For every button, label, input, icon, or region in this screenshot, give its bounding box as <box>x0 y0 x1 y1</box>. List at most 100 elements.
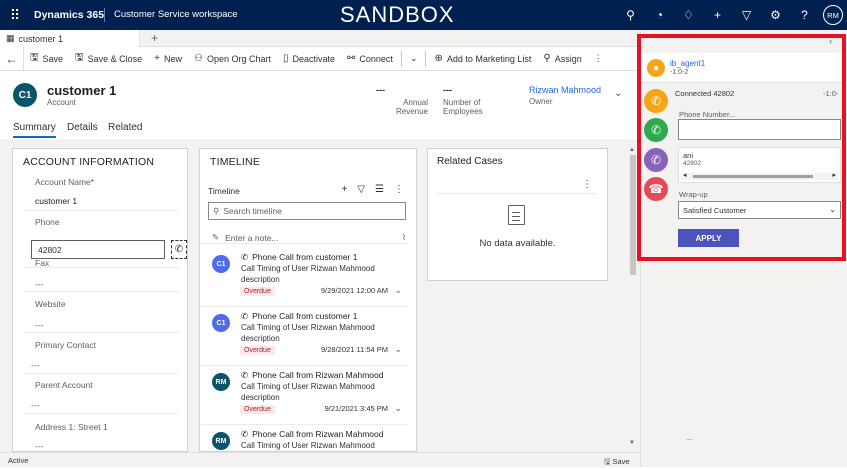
org-chart-icon: ⚇ <box>193 53 203 64</box>
timeline-item-subject: Call Timing of User Rizwan Mahmood <box>241 323 375 332</box>
answer-call-button[interactable]: ✆ <box>644 89 668 113</box>
scroll-right-icon[interactable]: ▸ <box>832 171 836 179</box>
org-chart-label: Open Org Chart <box>206 53 271 64</box>
save-button[interactable]: 🖫 Save <box>24 47 69 71</box>
new-icon[interactable]: + <box>703 0 732 30</box>
timeline-item[interactable]: C1 ✆ Phone Call from customer 1 Call Timi… <box>200 249 408 307</box>
gear-icon[interactable]: ⚙ <box>761 0 790 30</box>
chevron-down-icon[interactable]: ⌄ <box>394 403 402 414</box>
fax-value[interactable]: --- <box>35 279 44 289</box>
conference-call-button[interactable]: ✆ <box>644 148 668 172</box>
more-icon[interactable]: ⋮ <box>582 179 592 190</box>
related-cases-section: Related Cases ⋮ No data available. <box>427 148 608 281</box>
transfer-call-button[interactable]: ✆ <box>644 118 668 142</box>
employees-label: Number of Employees <box>443 98 483 116</box>
session-tab[interactable]: ▦ customer 1 <box>0 30 140 47</box>
collapse-panel-icon[interactable]: › <box>829 36 832 46</box>
timeline-item-title-text: Phone Call from customer 1 <box>252 311 358 321</box>
divider <box>425 50 427 67</box>
sort-icon[interactable]: ☰ <box>375 184 384 195</box>
phone-hangup-icon: ☎ <box>648 182 664 196</box>
connect-dropdown[interactable]: ⌄ <box>404 47 424 71</box>
attachment-icon[interactable]: ⌇ <box>402 232 406 243</box>
agent-name[interactable]: ib_agent1 <box>670 59 705 68</box>
form-scrollbar[interactable]: ▲ ▼ <box>628 147 638 449</box>
agent-avatar-icon: ● <box>647 59 665 77</box>
timeline-item[interactable]: RM ✆ Phone Call from Rizwan Mahmood Call … <box>200 367 408 425</box>
divider <box>104 8 105 22</box>
employees-value: --- <box>443 85 452 95</box>
filter-icon[interactable]: ▽ <box>732 0 761 30</box>
app-name[interactable]: Customer Service workspace <box>114 9 238 20</box>
divider <box>23 413 179 414</box>
timeline-item[interactable]: C1 ✆ Phone Call from customer 1 Call Timi… <box>200 308 408 366</box>
avatar: RM <box>212 373 230 391</box>
lightbulb-icon[interactable]: ♢ <box>674 0 703 30</box>
back-button[interactable]: ← <box>0 46 24 71</box>
header-expand-icon[interactable]: ⌄ <box>614 88 622 99</box>
agent-card: ● ib_agent1 -1:0-2 <box>641 53 844 83</box>
document-line <box>512 212 520 213</box>
add-icon[interactable]: + <box>341 184 347 195</box>
owner-link[interactable]: Rizwan Mahmood <box>529 85 607 95</box>
search-icon[interactable]: ⚲ <box>616 0 645 30</box>
apply-button[interactable]: APPLY <box>678 229 739 247</box>
phone-input[interactable]: 42802 <box>31 240 165 259</box>
more-icon[interactable]: ⋮ <box>394 184 404 195</box>
horizontal-scrollbar[interactable]: ◂ ▸ <box>681 171 838 180</box>
scroll-up-icon[interactable]: ▲ <box>629 147 635 153</box>
account-name-label: Account Name* <box>35 177 94 187</box>
timeline-item-date: 9/28/2021 11:54 PM <box>321 345 388 354</box>
note-placeholder: Enter a note... <box>225 232 279 243</box>
chevron-down-icon[interactable]: ⌄ <box>394 285 402 296</box>
status-badge: Overdue <box>240 287 275 296</box>
phone-call-icon[interactable]: ✆ <box>171 240 187 259</box>
record-avatar: C1 <box>13 83 37 107</box>
scroll-down-icon[interactable]: ▼ <box>629 440 635 446</box>
timeline-item-date: 9/21/2021 3:45 PM <box>324 404 388 413</box>
app-launcher-icon[interactable]: ⠿ <box>0 0 30 30</box>
timeline-item-title-text: Phone Call from customer 1 <box>252 252 358 262</box>
timeline-item-title: ✆ Phone Call from Rizwan Mahmood <box>241 429 383 440</box>
timeline-item-title-text: Phone Call from Rizwan Mahmood <box>252 370 384 380</box>
brand-name[interactable]: Dynamics 365 <box>34 9 104 21</box>
more-commands-button[interactable]: ⋮ <box>588 47 609 71</box>
tab-summary[interactable]: Summary <box>13 122 56 138</box>
parent-account-value[interactable]: --- <box>31 400 40 410</box>
task-flow-icon[interactable]: ◔ <box>645 0 674 30</box>
new-button[interactable]: + New <box>148 47 188 71</box>
add-session-button[interactable]: + <box>151 31 158 45</box>
filter-icon[interactable]: ▽ <box>357 184 365 195</box>
wrapup-select[interactable]: Satisfied Customer ⌄ <box>678 201 841 219</box>
assign-button[interactable]: ⚲ Assign <box>537 47 587 71</box>
tab-details[interactable]: Details <box>67 122 98 133</box>
required-mark: * <box>90 177 95 187</box>
chevron-down-icon[interactable]: ⌄ <box>394 344 402 355</box>
primary-contact-value[interactable]: --- <box>31 360 40 370</box>
save-close-label: Save & Close <box>87 53 143 64</box>
note-input[interactable]: ✎ Enter a note... ⌇ <box>212 232 406 243</box>
timeline-search-input[interactable]: ⚲ Search timeline <box>208 202 406 220</box>
user-avatar[interactable]: RM <box>823 5 843 25</box>
scroll-thumb[interactable] <box>630 155 636 275</box>
website-value[interactable]: --- <box>35 320 44 330</box>
phone-number-input[interactable] <box>678 119 841 140</box>
hangup-call-button[interactable]: ☎ <box>644 177 668 201</box>
connect-button[interactable]: ⚯ Connect <box>341 47 399 71</box>
record-title: customer 1 <box>47 83 117 98</box>
status-save-button[interactable]: 🖫 Save <box>604 456 630 469</box>
call-timer: -1:0- <box>823 89 839 98</box>
timeline-item[interactable]: RM ✆ Phone Call from Rizwan Mahmood Call … <box>200 426 408 451</box>
scroll-left-icon[interactable]: ◂ <box>683 171 687 179</box>
add-marketing-list-button[interactable]: ⊕ Add to Marketing List <box>428 47 537 71</box>
tab-related[interactable]: Related <box>108 122 142 133</box>
cti-panel <box>640 30 847 467</box>
scroll-thumb[interactable] <box>693 175 813 178</box>
deactivate-button[interactable]: ▯ Deactivate <box>277 47 341 71</box>
org-chart-button[interactable]: ⚇ Open Org Chart <box>188 47 277 71</box>
account-name-value[interactable]: customer 1 <box>35 196 77 206</box>
command-bar: ← 🖫 Save 🖫 Save & Close + New ⚇ Open Org Cha… <box>0 46 640 71</box>
help-icon[interactable]: ? <box>790 0 819 30</box>
address-value[interactable]: --- <box>35 441 44 451</box>
save-close-button[interactable]: 🖫 Save & Close <box>69 47 148 71</box>
